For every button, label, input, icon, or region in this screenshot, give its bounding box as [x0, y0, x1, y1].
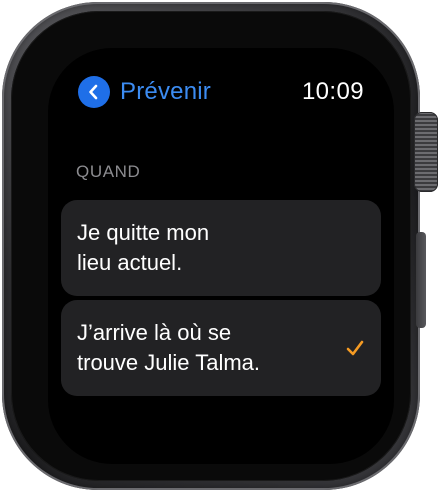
label-line: lieu actuel. — [77, 250, 183, 275]
options-list: Je quitte mon lieu actuel. J’arrive là o… — [61, 200, 381, 400]
back-button[interactable]: Prévenir — [78, 76, 211, 108]
list-item-label: Je quitte mon lieu actuel. — [77, 218, 337, 278]
label-line: Je quitte mon — [77, 220, 210, 245]
label-line: J’arrive là où se — [77, 320, 232, 345]
watch-screen: Prévenir 10:09 QUAND Je quitte mon lieu … — [48, 48, 394, 464]
section-header: QUAND — [76, 162, 141, 181]
clock-time: 10:09 — [301, 78, 364, 105]
list-item-leave-location[interactable]: Je quitte mon lieu actuel. — [61, 200, 381, 296]
page: Prévenir 10:09 QUAND Je quitte mon lieu … — [0, 0, 439, 492]
back-label: Prévenir — [120, 78, 211, 105]
label-line: trouve Julie Talma. — [77, 350, 261, 375]
list-item-label: J’arrive là où se trouve Julie Talma. — [77, 318, 337, 378]
watch-bezel: Prévenir 10:09 QUAND Je quitte mon lieu … — [11, 11, 411, 481]
chevron-left-icon — [78, 76, 110, 108]
list-item-arrive-location[interactable]: J’arrive là où se trouve Julie Talma. — [61, 300, 381, 396]
watch-frame: Prévenir 10:09 QUAND Je quitte mon lieu … — [2, 2, 420, 490]
checkmark-icon — [346, 340, 364, 356]
